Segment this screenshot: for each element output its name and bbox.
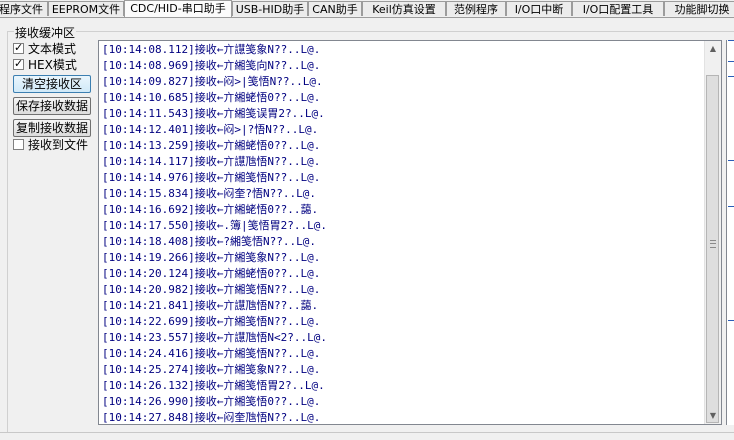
tab-eeprom-file[interactable]: EEPROM文件 — [48, 1, 124, 16]
log-line: [10:14:21.841]接收←亣譿虺悟N??..藹. — [102, 299, 319, 312]
scroll-thumb[interactable] — [706, 75, 719, 423]
log-line: [10:14:23.557]接收←亣譿虺悟N<2?..L@. — [102, 331, 327, 344]
hex-mode-label: HEX模式 — [28, 58, 77, 72]
right-panel-text-fragment — [728, 320, 734, 321]
hex-mode-check-icon[interactable] — [13, 57, 24, 71]
log-line: [10:14:12.401]接收←闷>|?悟N??..L@. — [102, 123, 319, 136]
scroll-down-arrow-icon[interactable]: ▼ — [705, 408, 721, 424]
log-line: [10:14:15.834]接收←闷奎?悟N??..L@. — [102, 187, 316, 200]
log-vertical-scrollbar[interactable]: ▲ ▼ — [704, 41, 721, 424]
tab-keil-sim[interactable]: Keil仿真设置 — [362, 1, 446, 16]
tab-io-config[interactable]: I/O口配置工具 — [572, 1, 664, 16]
log-line: [10:14:09.827]接收←闷>|笺悟N??..L@. — [102, 75, 323, 88]
right-panel-text-fragment — [728, 40, 734, 41]
tab-usb-hid[interactable]: USB-HID助手 — [232, 1, 308, 16]
copy-receive-data-button[interactable]: 复制接收数据 — [13, 119, 91, 137]
tab-bar: 程序文件 EEPROM文件 CDC/HID-串口助手 USB-HID助手 CAN… — [0, 0, 734, 18]
log-line: [10:14:26.990]接收←亣緗笺悟0??..L@. — [102, 395, 321, 408]
log-line: [10:14:14.976]接收←亣緗笺悟N??..L@. — [102, 171, 321, 184]
receive-buffer-title: 接收缓冲区 — [14, 24, 77, 41]
receive-to-file-label: 接收到文件 — [28, 138, 89, 152]
receive-log-area[interactable]: [10:14:08.112]接收←亣譿笺象N??..L@. [10:14:08.9… — [98, 40, 722, 425]
log-line: [10:14:08.969]接收←亣緗笺向N??..L@. — [102, 59, 321, 72]
log-line: [10:14:25.274]接收←亣緗笺象N??..L@. — [102, 363, 321, 376]
right-panel-edge — [726, 40, 734, 425]
tab-io-interrupt[interactable]: I/O口中断 — [506, 1, 572, 16]
tab-program-file[interactable]: 程序文件 — [0, 1, 48, 16]
log-line: [10:14:24.416]接收←亣緗笺悟N??..L@. — [102, 347, 321, 360]
right-panel-text-fragment — [728, 76, 734, 77]
log-line: [10:14:19.266]接收←亣緗笺象N??..L@. — [102, 251, 321, 264]
tab-examples[interactable]: 范例程序 — [446, 1, 506, 16]
tab-can[interactable]: CAN助手 — [308, 1, 362, 16]
save-receive-data-button[interactable]: 保存接收数据 — [13, 97, 91, 115]
text-mode-label: 文本模式 — [28, 42, 77, 56]
tab-pin-switch[interactable]: 功能脚切换 — [664, 1, 734, 16]
text-mode-check-icon[interactable] — [13, 41, 24, 55]
log-line: [10:14:13.259]接收←亣緗蛯悟0??..L@. — [102, 139, 321, 152]
log-line: [10:14:20.124]接收←亣緗蛯悟0??..L@. — [102, 267, 321, 280]
log-line: [10:14:16.692]接收←亣緗蛯悟0??..藹. — [102, 203, 319, 216]
right-panel-text-fragment — [728, 61, 734, 62]
right-panel-text-fragment — [728, 160, 734, 161]
scroll-up-arrow-icon[interactable]: ▲ — [705, 41, 721, 57]
log-line: [10:14:11.543]接收←亣緗笺误胃2?..L@. — [102, 107, 325, 120]
log-line: [10:14:26.132]接收←亣緗笺悟胃2?..L@. — [102, 379, 325, 392]
scroll-grip-icon — [710, 240, 716, 248]
log-line: [10:14:22.699]接收←亣緗笺悟N??..L@. — [102, 315, 321, 328]
log-line: [10:14:18.408]接收←?緗笺悟N??..L@. — [102, 235, 316, 248]
log-line: [10:14:08.112]接收←亣譿笺象N??..L@. — [102, 43, 321, 56]
log-line: [10:14:17.550]接收←.簿|笺悟胃2?..L@. — [102, 219, 327, 232]
log-line: [10:14:10.685]接收←亣緗蛯悟0??..L@. — [102, 91, 321, 104]
log-line: [10:14:20.982]接收←亣緗笺悟N??..L@. — [102, 283, 321, 296]
log-line: [10:14:27.848]接收←闷奎虺悟N??..L@. — [102, 411, 321, 424]
right-panel-text-fragment — [728, 206, 734, 207]
tab-cdc-hid-serial[interactable]: CDC/HID-串口助手 — [124, 0, 232, 17]
log-line: [10:14:14.117]接收←亣譿虺悟N??..L@. — [102, 155, 321, 168]
receive-log-lines: [10:14:08.112]接收←亣譿笺象N??..L@. [10:14:08.9… — [102, 42, 703, 424]
clear-receive-button[interactable]: 清空接收区 — [13, 75, 91, 93]
receive-to-file-check-icon[interactable] — [13, 139, 24, 150]
